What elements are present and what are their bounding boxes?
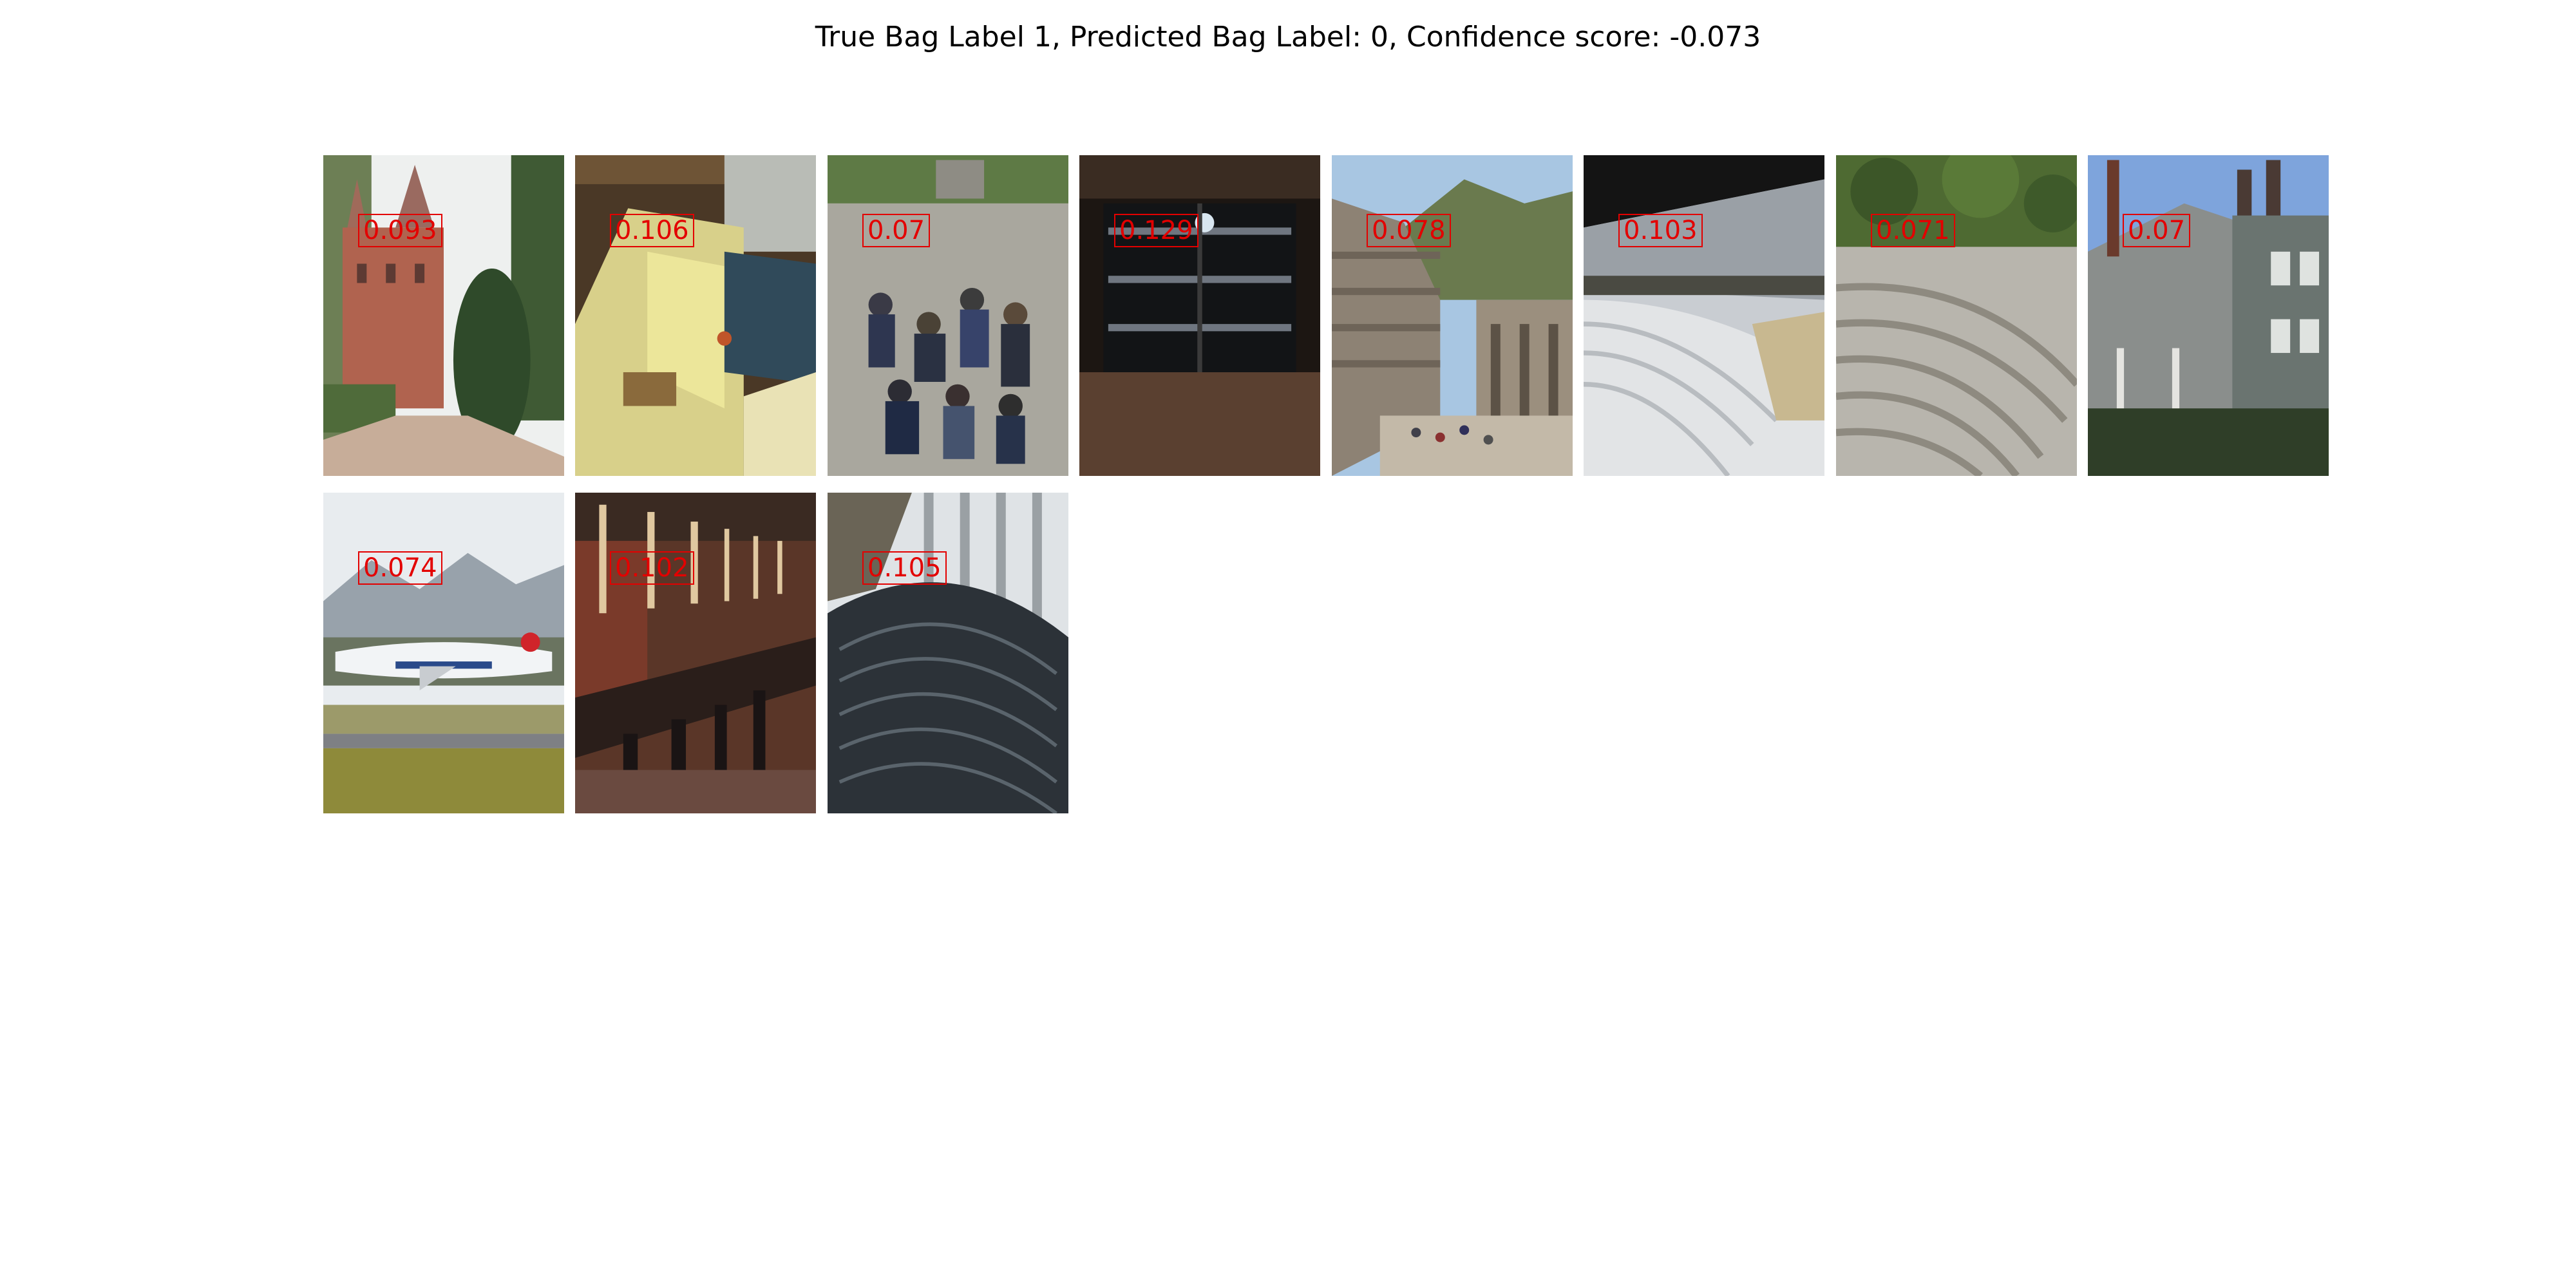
instance-score: 0.106 bbox=[610, 214, 694, 247]
instance-image-6: 0.103 bbox=[1584, 155, 1824, 476]
instance-score: 0.074 bbox=[358, 551, 442, 585]
instance-image-1: 0.093 bbox=[323, 155, 564, 476]
stone-theater-image bbox=[1836, 155, 2077, 476]
figure-title: True Bag Label 1, Predicted Bag Label: 0… bbox=[815, 21, 1761, 53]
whale-hall-image bbox=[828, 493, 1068, 813]
instance-image-2: 0.106 bbox=[575, 155, 816, 476]
amphitheater-crowd-image bbox=[1332, 155, 1573, 476]
house-exterior-image bbox=[2088, 155, 2329, 476]
restaurant-bar-image bbox=[575, 493, 816, 813]
instance-score: 0.07 bbox=[2123, 214, 2191, 247]
instance-score: 0.103 bbox=[1618, 214, 1703, 247]
instance-image-10: 0.102 bbox=[575, 493, 816, 813]
instance-score: 0.071 bbox=[1871, 214, 1955, 247]
instance-score: 0.129 bbox=[1114, 214, 1198, 247]
instance-score: 0.093 bbox=[358, 214, 442, 247]
instance-image-8: 0.07 bbox=[2088, 155, 2329, 476]
instance-image-7: 0.071 bbox=[1836, 155, 2077, 476]
people-plaza-image bbox=[828, 155, 1068, 476]
dark-cabinet-image bbox=[1079, 155, 1320, 476]
instance-score: 0.07 bbox=[862, 214, 931, 247]
castle-garden-image bbox=[323, 155, 564, 476]
stadium-seats-image bbox=[1584, 155, 1824, 476]
interior-desk-image bbox=[575, 155, 816, 476]
instance-image-9: 0.074 bbox=[323, 493, 564, 813]
airplane-runway-image bbox=[323, 493, 564, 813]
instance-score: 0.105 bbox=[862, 551, 947, 585]
instance-score: 0.078 bbox=[1367, 214, 1451, 247]
instance-image-4: 0.129 bbox=[1079, 155, 1320, 476]
instance-score: 0.102 bbox=[610, 551, 694, 585]
instance-image-5: 0.078 bbox=[1332, 155, 1573, 476]
instance-image-3: 0.07 bbox=[828, 155, 1068, 476]
instance-image-11: 0.105 bbox=[828, 493, 1068, 813]
